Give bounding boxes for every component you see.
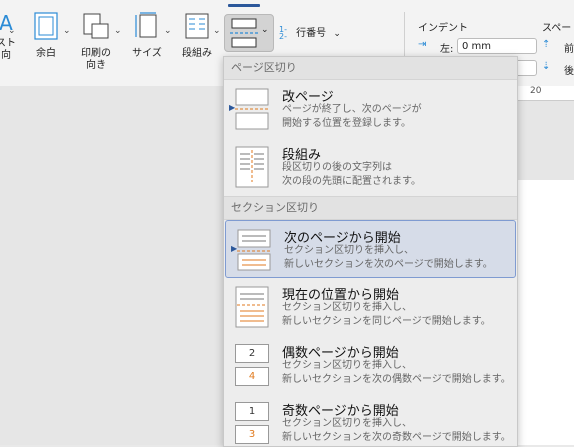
menu-item-description: ページが終了し、次のページが 開始する位置を登録します。 (282, 104, 422, 129)
menu-item-description: セクション区切りを挿入し、 新しいセクションを同じページで開始します。 (282, 302, 491, 327)
margins-label: 余白 (36, 48, 56, 59)
chevron-down-icon[interactable]: ⌄ (164, 26, 172, 36)
columns-icon (185, 13, 209, 39)
chevron-down-icon: ⌄ (333, 29, 341, 39)
document-page[interactable] (515, 180, 574, 445)
menu-item-even-page[interactable]: 2 4 偶数ページから開始 セクション区切りを挿入し、 新しいセクションを次の偶… (224, 336, 517, 394)
chevron-down-icon[interactable]: ⌄ (213, 26, 221, 36)
size-button[interactable]: サイズ (126, 12, 168, 60)
indent-header: インデント (418, 23, 468, 34)
page-break-icon (235, 88, 269, 130)
spacing-before-label: 前 (564, 44, 574, 55)
badge-number: 4 (248, 371, 256, 382)
menu-item-next-page[interactable]: ▶ 次のページから開始 セクション区切りを挿入し、 新しいセクションを次のページ… (225, 220, 516, 278)
menu-item-description: 段区切りの後の文字列は 次の段の先頭に配置されます。 (282, 162, 421, 187)
columns-button[interactable]: 段組み (178, 12, 216, 60)
section-break-section-header: セクション区切り (224, 196, 517, 220)
chevron-down-icon: ⌄ (261, 25, 269, 35)
indent-left-icon: ⇥ (418, 39, 427, 50)
line-numbers-icon: 1- 2- (279, 25, 287, 41)
indent-left-field[interactable]: 0 mm (457, 38, 537, 54)
badge-number: 1 (248, 406, 256, 417)
text-direction-label: スト 向 (0, 38, 16, 61)
line-numbers-label: 行番号 (296, 28, 327, 39)
margins-icon (34, 12, 58, 40)
columns-label: 段組み (182, 48, 212, 59)
menu-item-description: セクション区切りを挿入し、 新しいセクションを次の奇数ページで開始します。 (282, 418, 511, 443)
orientation-button[interactable]: 印刷の 向き (74, 12, 118, 72)
column-break-icon (235, 146, 269, 188)
line-numbers-button[interactable]: 1- 2- 行番号 ⌄ (279, 24, 341, 41)
indent-left-label: 左: (440, 44, 454, 55)
odd-page-section-icon: 1 3 (235, 402, 269, 444)
menu-item-description: セクション区切りを挿入し、 新しいセクションを次のページで開始します。 (284, 245, 493, 270)
spacing-header: スペー (542, 23, 572, 34)
badge-number: 2 (248, 348, 256, 359)
text-direction-button[interactable]: A スト 向 (0, 12, 18, 62)
active-tab-indicator (228, 4, 260, 7)
menu-item-column-break[interactable]: 段組み 段区切りの後の文字列は 次の段の先頭に配置されます。 (224, 138, 517, 196)
chevron-down-icon[interactable]: ⌄ (63, 26, 71, 36)
horizontal-ruler: 20 (515, 86, 574, 101)
page-break-section-header: ページ区切り (224, 57, 517, 80)
continuous-section-icon (235, 286, 269, 328)
page-size-icon (135, 12, 157, 38)
menu-item-page-break[interactable]: ▶ 改ページ ページが終了し、次のページが 開始する位置を登録します。 (224, 80, 517, 138)
menu-item-continuous[interactable]: 現在の位置から開始 セクション区切りを挿入し、 新しいセクションを同じページで開… (224, 278, 517, 336)
breaks-icon (230, 18, 258, 48)
badge-number: 3 (248, 429, 256, 440)
next-page-section-icon (237, 229, 271, 271)
ruler-mark: 20 (530, 86, 542, 96)
margins-button[interactable]: 余白 (28, 12, 64, 60)
spacing-after-icon: ⇣ (542, 61, 551, 72)
orientation-icon (83, 13, 109, 39)
menu-item-description: セクション区切りを挿入し、 新しいセクションを次の偶数ページで開始します。 (282, 360, 511, 385)
chevron-down-icon[interactable]: ⌄ (114, 26, 122, 36)
spacing-after-label: 後 (564, 66, 574, 77)
chevron-down-icon[interactable]: ⌄ (8, 26, 16, 36)
even-page-section-icon: 2 4 (235, 344, 269, 386)
size-label: サイズ (132, 48, 162, 59)
breaks-button[interactable]: ⌄ (224, 14, 274, 52)
spacing-before-icon: ⇡ (542, 39, 551, 50)
orientation-label: 印刷の 向き (81, 48, 111, 71)
menu-item-odd-page[interactable]: 1 3 奇数ページから開始 セクション区切りを挿入し、 新しいセクションを次の奇… (224, 394, 517, 446)
breaks-dropdown-menu: ページ区切り ▶ 改ページ ページが終了し、次のページが 開始する位置を登録しま… (223, 56, 518, 447)
